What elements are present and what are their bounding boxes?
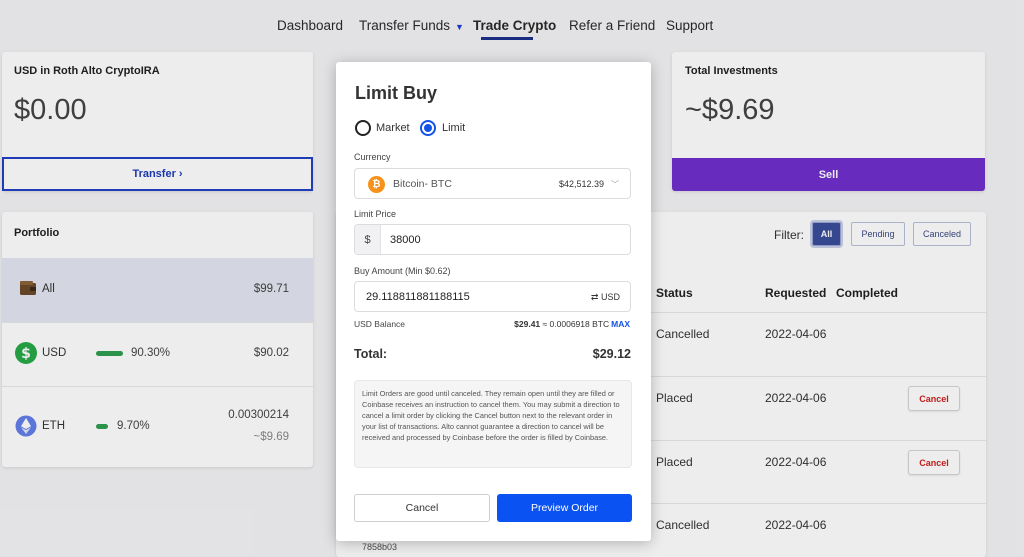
swap-icon: ⇄ bbox=[590, 292, 599, 302]
cancel-button[interactable]: Cancel bbox=[354, 494, 490, 522]
max-button[interactable]: MAX bbox=[611, 319, 630, 329]
limit-price-field[interactable]: $ 38000 bbox=[354, 224, 631, 255]
balance-usd: $29.41 bbox=[514, 319, 541, 329]
total-value: $29.12 bbox=[592, 347, 631, 361]
balance-value: $29.41 ≈ 0.0006918 BTC MAX bbox=[514, 319, 630, 329]
modal-title: Limit Buy bbox=[355, 83, 438, 103]
limit-price-label: Limit Price bbox=[354, 209, 397, 219]
balance-btc: ≈ 0.0006918 BTC bbox=[542, 319, 610, 329]
buy-amount-input[interactable]: 29.118811881188115 bbox=[366, 291, 470, 303]
bitcoin-icon: ₿ bbox=[368, 176, 385, 193]
dollar-prefix: $ bbox=[355, 225, 381, 254]
currency-toggle[interactable]: ⇄ USD bbox=[591, 292, 620, 303]
total-label: Total: bbox=[354, 347, 388, 361]
limit-radio-label[interactable]: Limit bbox=[442, 122, 465, 134]
limit-buy-modal: Limit Buy Market Limit Currency ₿ Bitcoi… bbox=[336, 62, 651, 541]
currency-select[interactable]: ₿ Bitcoin- BTC $42,512.39 ﹀ bbox=[354, 168, 631, 199]
chevron-down-icon: ﹀ bbox=[611, 180, 619, 189]
buy-amount-label: Buy Amount (Min $0.62) bbox=[354, 266, 451, 276]
limit-radio[interactable] bbox=[420, 120, 436, 136]
preview-order-button[interactable]: Preview Order bbox=[497, 494, 632, 522]
market-radio-label[interactable]: Market bbox=[376, 122, 410, 134]
limit-price-input[interactable]: 38000 bbox=[390, 234, 421, 246]
order-id: 7858b03 bbox=[362, 542, 398, 552]
currency-name: Bitcoin- BTC bbox=[393, 178, 452, 190]
buy-amount-field[interactable]: 29.118811881188115 ⇄ USD bbox=[354, 281, 631, 312]
limit-order-disclaimer: Limit Orders are good until canceled. Th… bbox=[354, 380, 632, 468]
currency-price: $42,512.39 bbox=[558, 179, 604, 189]
currency-label: Currency bbox=[354, 152, 391, 162]
market-radio[interactable] bbox=[355, 120, 371, 136]
currency-toggle-label: USD bbox=[600, 292, 620, 302]
balance-label: USD Balance bbox=[354, 319, 406, 329]
